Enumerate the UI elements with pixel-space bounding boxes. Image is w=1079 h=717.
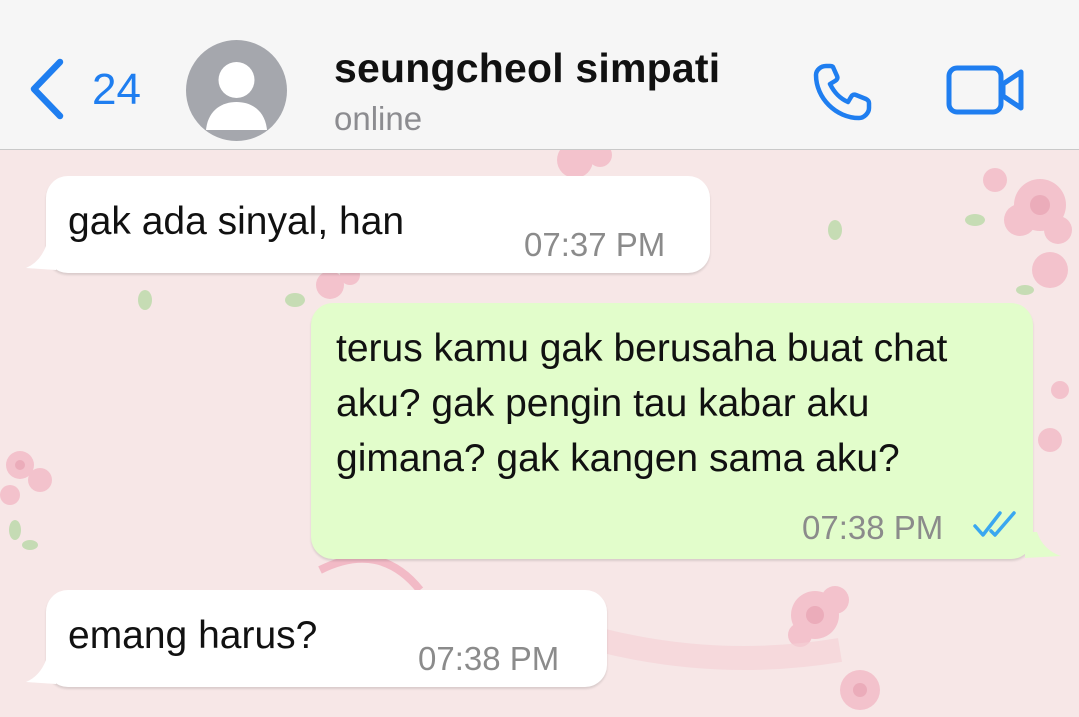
message-bubble-incoming[interactable]: gak ada sinyal, han 07:37 PM [46, 176, 710, 273]
double-check-icon [973, 511, 1016, 537]
back-button[interactable]: 24 [22, 52, 152, 124]
contact-status: online [334, 100, 423, 137]
bubble-tail [26, 660, 56, 684]
message-timestamp: 07:38 PM [418, 640, 560, 677]
chat-header: 24 seungcheol simpati online [0, 0, 1079, 150]
video-call-button[interactable] [945, 62, 1027, 118]
person-silhouette-icon [206, 62, 267, 130]
chevron-left-icon [30, 58, 64, 120]
message-text: emang harus? [68, 614, 318, 657]
voice-call-button[interactable] [812, 62, 878, 122]
avatar[interactable] [186, 40, 287, 141]
bubble-tail [26, 246, 56, 270]
unread-count: 24 [92, 65, 141, 114]
message-bubble-outgoing[interactable]: terus kamu gak berusaha buat chat aku? g… [311, 303, 1033, 559]
contact-name[interactable]: seungcheol simpati [334, 48, 720, 89]
message-text: gak ada sinyal, han [68, 200, 405, 243]
phone-icon [813, 63, 872, 121]
bubble-tail [1025, 532, 1061, 558]
message-bubble-incoming[interactable]: emang harus? 07:38 PM [46, 590, 607, 687]
message-list[interactable]: gak ada sinyal, han 07:37 PM terus kamu … [0, 150, 1079, 717]
message-timestamp: 07:38 PM [802, 509, 944, 546]
message-timestamp: 07:37 PM [524, 226, 666, 263]
message-text: terus kamu gak berusaha buat chat aku? g… [336, 327, 948, 480]
video-camera-icon [946, 65, 1024, 115]
